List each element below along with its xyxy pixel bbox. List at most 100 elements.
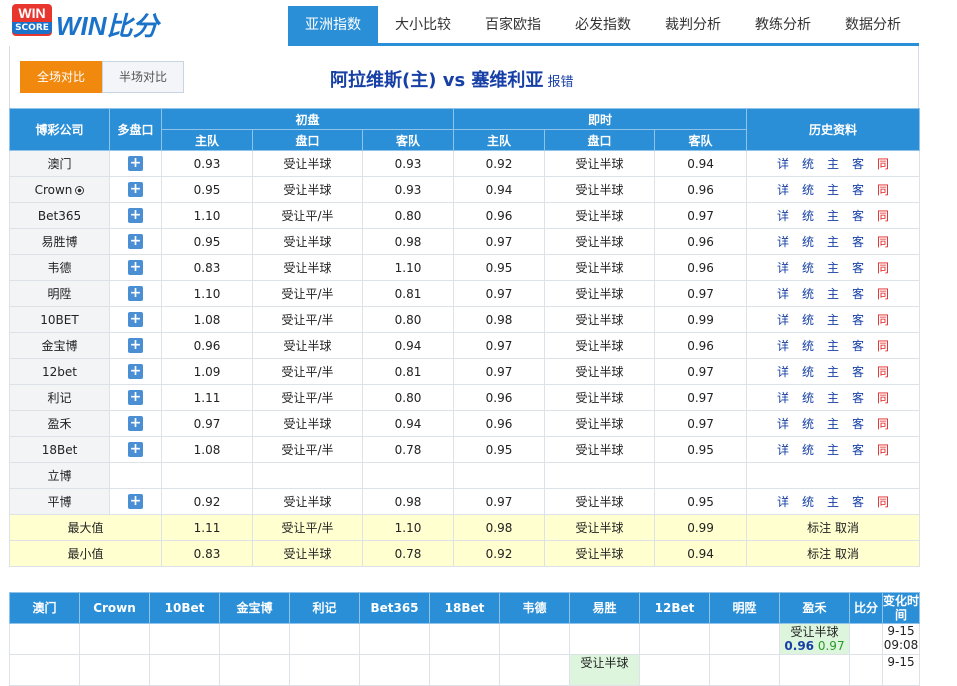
history-link-3[interactable]: 客 bbox=[846, 415, 871, 432]
history-link-4[interactable]: 同 bbox=[871, 181, 896, 198]
nav-tab-1[interactable]: 大小比较 bbox=[378, 6, 468, 44]
history-link-3[interactable]: 客 bbox=[846, 311, 871, 328]
history-link-3[interactable]: 客 bbox=[846, 389, 871, 406]
history-link-0[interactable]: 详 bbox=[771, 311, 796, 328]
history-link-4[interactable]: 同 bbox=[871, 389, 896, 406]
history-link-4[interactable]: 同 bbox=[871, 441, 896, 458]
nav-tab-6[interactable]: 数据分析 bbox=[828, 6, 918, 44]
history-link-2[interactable]: 主 bbox=[821, 259, 846, 276]
history-link-1[interactable]: 统 bbox=[796, 233, 821, 250]
history-link-2[interactable]: 主 bbox=[821, 441, 846, 458]
plus-icon[interactable]: + bbox=[128, 260, 143, 275]
company-name[interactable]: 盈禾 bbox=[47, 417, 71, 431]
history-link-0[interactable]: 详 bbox=[771, 389, 796, 406]
company-name[interactable]: 金宝博 bbox=[41, 339, 77, 353]
history-link-4[interactable]: 同 bbox=[871, 259, 896, 276]
history-link-0[interactable]: 详 bbox=[771, 441, 796, 458]
nav-tab-0[interactable]: 亚洲指数 bbox=[288, 6, 378, 44]
plus-icon[interactable]: + bbox=[128, 208, 143, 223]
history-link-0[interactable]: 详 bbox=[771, 259, 796, 276]
nav-tab-2[interactable]: 百家欧指 bbox=[468, 6, 558, 44]
plus-icon[interactable]: + bbox=[128, 182, 143, 197]
history-link-0[interactable]: 详 bbox=[771, 155, 796, 172]
history-link-3[interactable]: 客 bbox=[846, 207, 871, 224]
history-link-2[interactable]: 主 bbox=[821, 233, 846, 250]
history-link-4[interactable]: 同 bbox=[871, 363, 896, 380]
history-link-1[interactable]: 统 bbox=[796, 181, 821, 198]
plus-icon[interactable]: + bbox=[128, 494, 143, 509]
history-link-1[interactable]: 统 bbox=[796, 207, 821, 224]
history-link-1[interactable]: 统 bbox=[796, 337, 821, 354]
history-link-2[interactable]: 主 bbox=[821, 337, 846, 354]
history-link-3[interactable]: 客 bbox=[846, 493, 871, 510]
company-name[interactable]: 平博 bbox=[47, 495, 71, 509]
company-name[interactable]: 明陞 bbox=[47, 287, 71, 301]
history-link-1[interactable]: 统 bbox=[796, 441, 821, 458]
history-link-0[interactable]: 详 bbox=[771, 285, 796, 302]
history-link-1[interactable]: 统 bbox=[796, 363, 821, 380]
history-link-4[interactable]: 同 bbox=[871, 285, 896, 302]
history-link-3[interactable]: 客 bbox=[846, 259, 871, 276]
mark-cancel-actions[interactable]: 标注 取消 bbox=[746, 514, 921, 541]
history-link-2[interactable]: 主 bbox=[821, 285, 846, 302]
company-name[interactable]: 立博 bbox=[47, 469, 71, 483]
history-link-2[interactable]: 主 bbox=[821, 207, 846, 224]
nav-tab-5[interactable]: 教练分析 bbox=[738, 6, 828, 44]
history-link-4[interactable]: 同 bbox=[871, 337, 896, 354]
company-name[interactable]: 利记 bbox=[47, 391, 71, 405]
history-link-4[interactable]: 同 bbox=[871, 311, 896, 328]
company-name[interactable]: 易胜博 bbox=[41, 235, 77, 249]
history-link-4[interactable]: 同 bbox=[871, 207, 896, 224]
tab-full-match[interactable]: 全场对比 bbox=[20, 61, 102, 93]
plus-icon[interactable]: + bbox=[128, 156, 143, 171]
nav-tab-3[interactable]: 必发指数 bbox=[558, 6, 648, 44]
history-link-1[interactable]: 统 bbox=[796, 415, 821, 432]
history-link-3[interactable]: 客 bbox=[846, 155, 871, 172]
history-link-4[interactable]: 同 bbox=[871, 493, 896, 510]
history-link-1[interactable]: 统 bbox=[796, 285, 821, 302]
history-link-1[interactable]: 统 bbox=[796, 493, 821, 510]
plus-icon[interactable]: + bbox=[128, 286, 143, 301]
history-link-1[interactable]: 统 bbox=[796, 389, 821, 406]
mark-cancel-actions[interactable]: 标注 取消 bbox=[746, 540, 921, 567]
plus-icon[interactable]: + bbox=[128, 312, 143, 327]
history-link-2[interactable]: 主 bbox=[821, 155, 846, 172]
history-link-2[interactable]: 主 bbox=[821, 415, 846, 432]
report-error-link[interactable]: 报错 bbox=[547, 75, 573, 90]
history-link-3[interactable]: 客 bbox=[846, 233, 871, 250]
history-link-1[interactable]: 统 bbox=[796, 311, 821, 328]
history-link-2[interactable]: 主 bbox=[821, 389, 846, 406]
company-name[interactable]: 10BET bbox=[40, 313, 78, 327]
nav-tab-4[interactable]: 裁判分析 bbox=[648, 6, 738, 44]
history-link-0[interactable]: 详 bbox=[771, 337, 796, 354]
history-link-1[interactable]: 统 bbox=[796, 155, 821, 172]
history-link-3[interactable]: 客 bbox=[846, 363, 871, 380]
tab-half-time[interactable]: 半场对比 bbox=[102, 61, 184, 93]
company-name[interactable]: Bet365 bbox=[38, 209, 81, 223]
plus-icon[interactable]: + bbox=[128, 338, 143, 353]
history-link-0[interactable]: 详 bbox=[771, 233, 796, 250]
company-name[interactable]: 18Bet bbox=[42, 443, 78, 457]
company-name[interactable]: Crown bbox=[35, 183, 73, 197]
plus-icon[interactable]: + bbox=[128, 390, 143, 405]
history-link-2[interactable]: 主 bbox=[821, 493, 846, 510]
company-name[interactable]: 12bet bbox=[42, 365, 77, 379]
history-link-0[interactable]: 详 bbox=[771, 415, 796, 432]
history-link-0[interactable]: 详 bbox=[771, 181, 796, 198]
history-link-4[interactable]: 同 bbox=[871, 155, 896, 172]
history-link-2[interactable]: 主 bbox=[821, 363, 846, 380]
history-link-0[interactable]: 详 bbox=[771, 207, 796, 224]
company-name[interactable]: 韦德 bbox=[47, 261, 71, 275]
history-link-0[interactable]: 详 bbox=[771, 363, 796, 380]
history-link-3[interactable]: 客 bbox=[846, 337, 871, 354]
history-link-3[interactable]: 客 bbox=[846, 441, 871, 458]
history-link-2[interactable]: 主 bbox=[821, 311, 846, 328]
history-link-3[interactable]: 客 bbox=[846, 181, 871, 198]
history-link-4[interactable]: 同 bbox=[871, 415, 896, 432]
history-link-0[interactable]: 详 bbox=[771, 493, 796, 510]
history-link-1[interactable]: 统 bbox=[796, 259, 821, 276]
plus-icon[interactable]: + bbox=[128, 442, 143, 457]
logo[interactable]: WIN SCORE WIN比分 bbox=[12, 4, 167, 41]
plus-icon[interactable]: + bbox=[128, 234, 143, 249]
history-link-3[interactable]: 客 bbox=[846, 285, 871, 302]
